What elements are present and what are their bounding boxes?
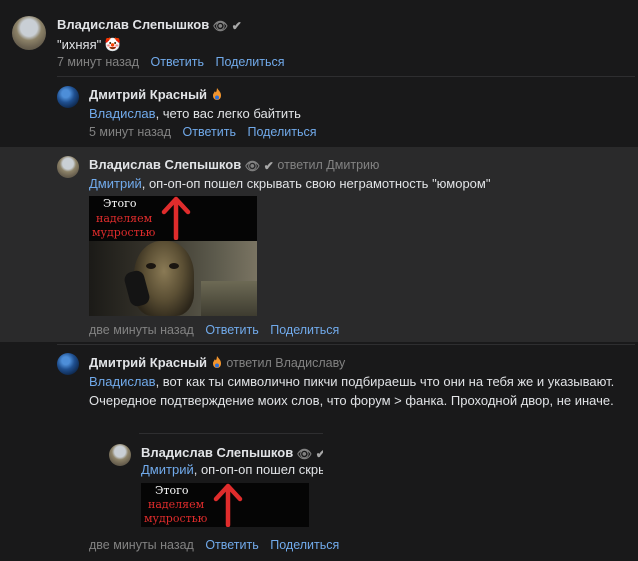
timestamp: две минуты назад [89, 538, 194, 552]
flame-icon [211, 355, 223, 372]
author-name[interactable]: Дмитрий Красный [89, 355, 207, 370]
quoted-comment[interactable]: Владислав Слепышков 👁 ✔ Дмитрий, оп-оп-о… [109, 433, 323, 531]
author-name[interactable]: Владислав Слепышков [141, 445, 293, 460]
flame-icon [211, 87, 223, 104]
arrow-up-icon [213, 483, 243, 527]
comment-meta: две минуты назад Ответить Поделиться [89, 538, 339, 552]
mention-link[interactable]: Владислав [89, 106, 156, 121]
comment-text: Дмитрий, оп-оп-оп пошел скрывать свою не… [89, 174, 490, 193]
avatar[interactable] [12, 16, 46, 50]
author-name[interactable]: Владислав Слепышков [89, 157, 241, 172]
reply-button[interactable]: Ответить [205, 538, 258, 552]
meme-image[interactable]: Этого наделяем мудростью [141, 483, 309, 527]
checkmark-icon: ✔ [315, 446, 323, 461]
reply-button[interactable]: Ответить [205, 323, 258, 337]
image-caption: мудростью [92, 226, 156, 239]
timestamp: две минуты назад [89, 323, 194, 337]
image-caption: Этого [103, 197, 137, 210]
comment-text: "ихняя" 🤡 [57, 37, 122, 52]
avatar[interactable] [57, 156, 79, 178]
mention-link[interactable]: Владислав [89, 374, 156, 389]
comment-meta: две минуты назад Ответить Поделиться [89, 323, 339, 337]
checkmark-icon: ✔ [231, 18, 242, 33]
comment-body: , чето вас легко байтить [155, 106, 301, 121]
comment-author[interactable]: Владислав Слепышков 👁 ✔ [57, 17, 242, 33]
share-button[interactable]: Поделиться [270, 323, 339, 337]
comment-author[interactable]: Владислав Слепышков 👁 ✔ ответил Дмитрию [89, 157, 379, 173]
timestamp: 5 минут назад [89, 125, 172, 139]
comment-author[interactable]: Дмитрий Красный [89, 87, 223, 104]
comment-text: Дмитрий, оп-оп-оп пошел скры [141, 460, 323, 479]
eye-icon: 👁 [296, 446, 313, 461]
comment-author[interactable]: Владислав Слепышков 👁 ✔ [141, 445, 323, 461]
comment-text: Владислав, вот как ты символично пикчи п… [89, 372, 629, 410]
comment-author[interactable]: Дмитрий Красный ответил Владиславу [89, 355, 345, 372]
image-caption: мудростью [144, 512, 208, 525]
author-name[interactable]: Владислав Слепышков [57, 17, 209, 32]
comment-text: Владислав, чето вас легко байтить [89, 104, 301, 123]
mention-link[interactable]: Дмитрий [141, 462, 194, 477]
author-name[interactable]: Дмитрий Красный [89, 87, 207, 102]
divider [139, 433, 323, 434]
reply-target[interactable]: ответил Дмитрию [277, 158, 379, 172]
share-button[interactable]: Поделиться [247, 125, 316, 139]
mention-link[interactable]: Дмитрий [89, 176, 142, 191]
comment-body: , оп-оп-оп пошел скрывать свою неграмотн… [141, 176, 491, 191]
avatar[interactable] [57, 353, 79, 375]
image-caption: Этого [155, 484, 189, 497]
meme-image[interactable]: Этого наделяем мудростью [89, 196, 257, 316]
image-caption: наделяем [148, 498, 205, 511]
divider [57, 76, 635, 77]
share-button[interactable]: Поделиться [215, 55, 284, 69]
eye-icon: 👁 [244, 158, 261, 173]
comment-meta: 7 минут назад Ответить Поделиться [57, 55, 284, 69]
timestamp: 7 минут назад [57, 55, 140, 69]
divider [57, 344, 635, 345]
avatar[interactable] [109, 444, 131, 466]
eye-icon: 👁 [212, 18, 229, 33]
comment-body: , оп-оп-оп пошел скры [193, 462, 323, 477]
checkmark-icon: ✔ [263, 158, 274, 173]
comment-meta: 5 минут назад Ответить Поделиться [89, 125, 316, 139]
share-button[interactable]: Поделиться [270, 538, 339, 552]
reply-button[interactable]: Ответить [151, 55, 204, 69]
reply-target[interactable]: ответил Владиславу [226, 356, 345, 370]
arrow-up-icon [161, 196, 191, 240]
reply-button[interactable]: Ответить [183, 125, 236, 139]
avatar[interactable] [57, 86, 79, 108]
comment-body: , вот как ты символично пикчи подбираешь… [89, 374, 615, 408]
image-caption: наделяем [96, 212, 153, 225]
